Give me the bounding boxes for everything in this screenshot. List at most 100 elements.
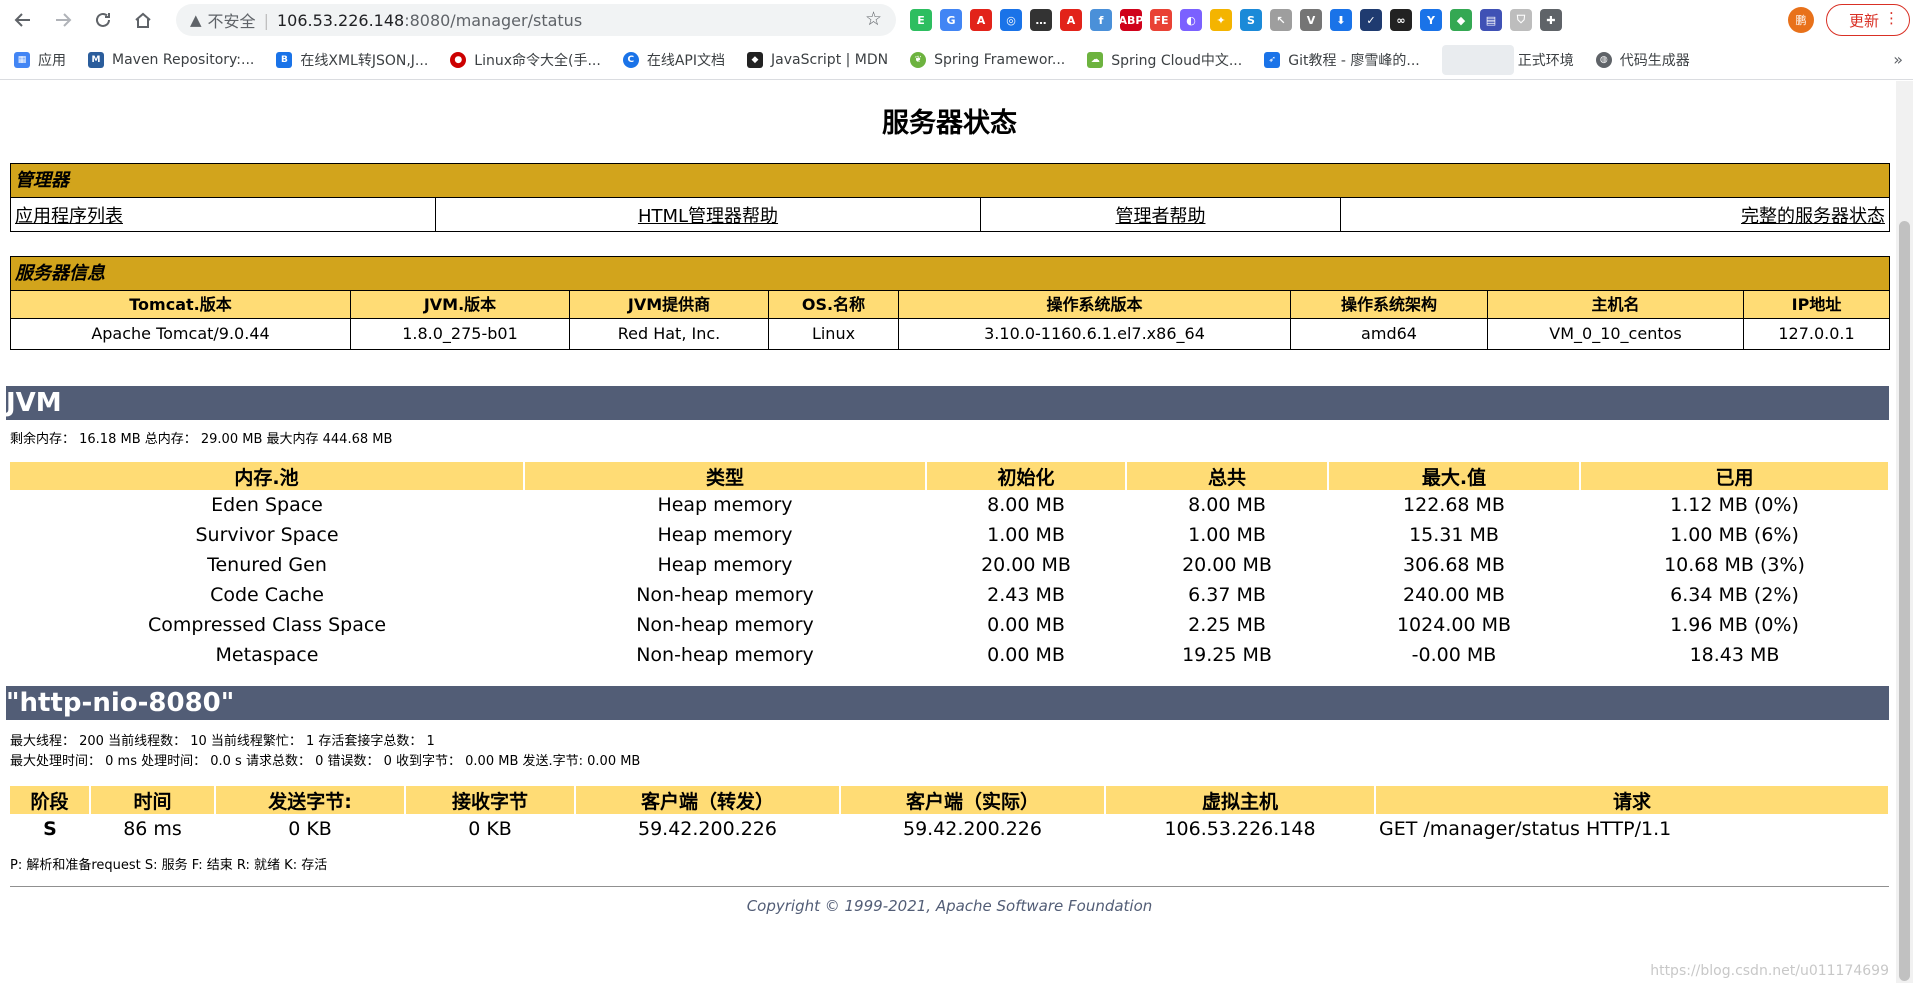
manager-section-title: 管理器 [10,163,1890,198]
table-row: Eden Space Heap memory 8.00 MB 8.00 MB 1… [10,490,1889,520]
home-icon[interactable] [126,3,160,37]
acrobat-extension-icon[interactable]: A [1060,9,1082,31]
bookmark-label: Linux命令大全(手... [474,52,601,69]
column-header: 操作系统版本 [898,290,1291,319]
table-cell: Code Cache [210,584,324,606]
server-info-table: 服务器信息 Tomcat.版本 JVM.版本 JVM提供商 OS.名称 操作系统… [10,256,1890,350]
table-cell: 122.68 MB [1403,494,1505,516]
bookmark-apps[interactable]: ▦ 应用 [14,50,66,70]
chrome-extension-icon[interactable]: ◆ [1450,9,1472,31]
s-extension-icon[interactable]: S [1240,9,1262,31]
colorful-extension-icon[interactable]: ◐ [1180,9,1202,31]
more-menu-icon: ⋮ [1884,9,1899,27]
table-cell: 0.00 MB [987,644,1065,666]
pinwheel-extension-icon[interactable]: ✦ [1210,9,1232,31]
bookmark-label: Git教程 - 廖雪峰的... [1288,52,1420,69]
column-header: OS.名称 [768,290,899,319]
translate-extension-icon[interactable]: G [940,9,962,31]
server-info-header-row: Tomcat.版本 JVM.版本 JVM提供商 OS.名称 操作系统版本 操作系… [10,290,1890,319]
window-extension-icon[interactable]: ▤ [1480,9,1502,31]
bookmark-spring-framework[interactable]: ❦ Spring Framewor... [910,51,1066,68]
bookmark-xml-json[interactable]: B 在线XML转JSON,J... [276,50,428,70]
table-cell: Non-heap memory [636,644,814,666]
bookmarks-overflow-icon[interactable]: » [1893,50,1903,69]
csdn-watermark: https://blog.csdn.net/u011174699 [1650,963,1889,979]
back-arrow-icon[interactable] [6,3,40,37]
table-cell: Heap memory [657,524,793,546]
stage-legend: P: 解析和准备request S: 服务 F: 结束 R: 就绪 K: 存活 [10,858,328,873]
insecure-label[interactable]: 不安全 [208,8,256,32]
html-manager-help-link[interactable]: HTML管理器帮助 [638,206,778,227]
update-button[interactable]: 更新 ⋮ [1826,4,1910,36]
column-header: 类型 [524,462,927,490]
table-cell: Metaspace [215,644,319,666]
v-extension-icon[interactable]: V [1300,9,1322,31]
api-doc-icon: C [622,51,639,68]
check-extension-icon[interactable]: ✓ [1360,9,1382,31]
save-extension-icon[interactable]: ⬇ [1330,9,1352,31]
column-header: 虚拟主机 [1105,786,1376,814]
memory-pool-header-row: 内存.池 类型 初始化 总共 最大.值 已用 [10,462,1890,490]
bookmark-mdn[interactable]: ◆ JavaScript | MDN [747,51,889,68]
table-cell: Heap memory [657,494,793,516]
hostname-value: VM_0_10_centos [1487,318,1744,350]
os-name-value: Linux [768,318,899,350]
bookmark-maven[interactable]: M Maven Repository:... [88,51,254,68]
pdf-extension-icon[interactable]: A [970,9,992,31]
bookmark-label: JavaScript | MDN [771,51,889,68]
bookmark-star-icon[interactable]: ☆ [865,8,882,30]
bookmark-code-generator[interactable]: ◍ 代码生成器 [1595,50,1690,70]
reload-icon[interactable] [86,3,120,37]
table-cell: 2.43 MB [987,584,1065,606]
shield-extension-icon[interactable]: ⛉ [1510,9,1532,31]
page-title: 服务器状态 [882,108,1017,139]
feather-extension-icon[interactable]: f [1090,9,1112,31]
bookmark-label: 应用 [38,52,66,69]
bookmark-production-env[interactable]: 正式环境 [1441,44,1574,75]
bookmarks-bar: ▦ 应用 M Maven Repository:... B 在线XML转JSON… [0,40,1913,80]
view-extension-icon[interactable]: ◎ [1000,9,1022,31]
rocket-icon: ➶ [1264,51,1281,68]
glasses-extension-icon[interactable]: ∞ [1390,9,1412,31]
globe-icon: ◍ [1595,51,1612,68]
complete-server-status-link[interactable]: 完整的服务器状态 [1741,206,1885,227]
y-extension-icon[interactable]: Y [1420,9,1442,31]
bookmark-git-tutorial[interactable]: ➶ Git教程 - 廖雪峰的... [1264,50,1420,70]
table-cell: 1.00 MB (6%) [1670,524,1799,546]
column-header: 初始化 [926,462,1127,490]
puzzle-extensions-icon[interactable]: ✚ [1540,9,1562,31]
request-table: 阶段 时间 发送字节: 接收字节 客户端（转发） 客户端（实际） 虚拟主机 请求… [10,786,1890,844]
table-cell: 0.00 MB [987,614,1065,636]
address-bar[interactable]: ▲ 不安全 | 106.53.226.148 :8080/manager/sta… [176,4,896,36]
table-cell: 240.00 MB [1403,584,1505,606]
bookmark-api-doc[interactable]: C 在线API文档 [622,50,725,70]
app-list-link[interactable]: 应用程序列表 [15,206,123,227]
forward-arrow-icon[interactable] [46,3,80,37]
bookmark-label: Spring Cloud中文... [1111,52,1243,69]
table-cell: 10.68 MB (3%) [1664,554,1805,576]
fe-extension-icon[interactable]: FE [1150,9,1172,31]
table-cell: 0 KB [468,818,512,840]
scrollbar-thumb[interactable] [1899,221,1910,981]
manager-help-link[interactable]: 管理者帮助 [1116,206,1206,227]
table-cell: -0.00 MB [1411,644,1497,666]
adblock-extension-icon[interactable]: ABP [1119,9,1143,31]
bookmark-linux[interactable]: ● Linux命令大全(手... [450,50,601,70]
vertical-scrollbar[interactable] [1896,81,1913,983]
bookmark-label: Spring Framewor... [934,51,1066,68]
evernote-extension-icon[interactable]: E [910,9,932,31]
update-label: 更新 [1849,11,1880,30]
table-cell: 306.68 MB [1403,554,1505,576]
dots-extension-icon[interactable]: … [1030,9,1052,31]
bookmark-label: 在线API文档 [646,52,725,69]
table-cell: 1024.00 MB [1396,614,1512,636]
profile-avatar[interactable]: 鹏 [1788,7,1814,33]
column-header: 接收字节 [405,786,576,814]
warning-triangle-icon[interactable]: ▲ [190,11,202,29]
bejson-icon: B [276,51,293,68]
table-cell: 59.42.200.226 [637,818,777,840]
bookmark-spring-cloud[interactable]: ☁ Spring Cloud中文... [1087,50,1242,70]
cursor-extension-icon[interactable]: ↖ [1270,9,1292,31]
os-version-value: 3.10.0-1160.6.1.el7.x86_64 [898,318,1291,350]
manager-link-cell: HTML管理器帮助 [435,197,981,232]
